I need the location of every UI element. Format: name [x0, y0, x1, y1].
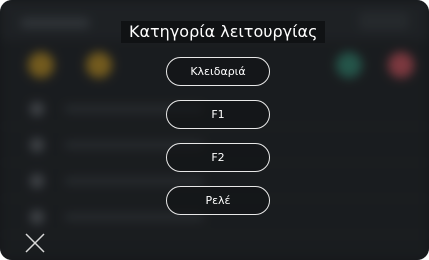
option-lock-button[interactable]: Κλειδαριά: [166, 57, 270, 86]
option-f1-button[interactable]: F1: [166, 100, 270, 129]
close-icon: [25, 233, 45, 253]
close-button[interactable]: [24, 232, 46, 254]
option-relay-button[interactable]: Ρελέ: [166, 186, 270, 215]
option-f2-button[interactable]: F2: [166, 143, 270, 172]
dialog-title: Κατηγορία λειτουργίας: [121, 21, 326, 43]
device-screen: Κατηγορία λειτουργίας Κλειδαριά F1 F2 Ρε…: [0, 0, 429, 260]
